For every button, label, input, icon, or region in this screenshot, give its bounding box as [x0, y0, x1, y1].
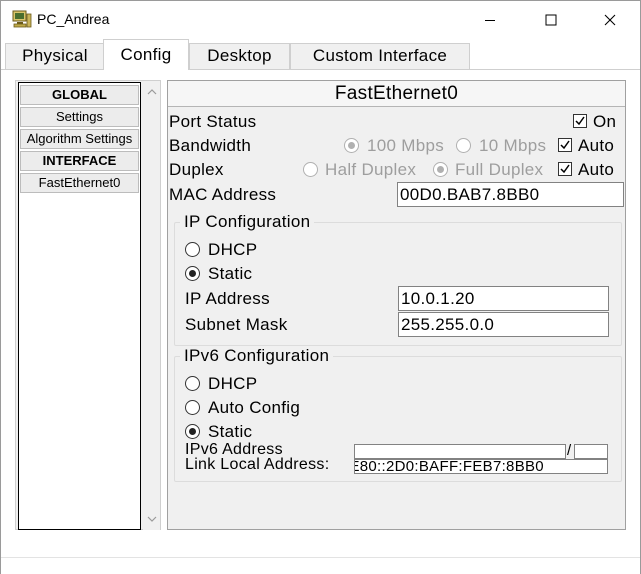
config-window: PC_Andrea Physical Config Desktop Custom…: [0, 0, 641, 574]
pc-icon: [12, 10, 32, 28]
ip-dhcp-radio[interactable]: [185, 242, 200, 257]
checkmark-icon: [575, 116, 585, 126]
minimize-button[interactable]: [467, 1, 513, 39]
ipv6-config-title: IPv6 Configuration: [180, 346, 334, 366]
scroll-up-icon: [147, 89, 157, 95]
duplex-half-label: Half Duplex: [325, 160, 417, 179]
ipv6-static-radio[interactable]: [185, 424, 200, 439]
bandwidth-label: Bandwidth: [169, 136, 252, 155]
config-sidebar: GLOBAL Settings Algorithm Settings INTER…: [15, 80, 161, 530]
bandwidth-100-radio[interactable]: [344, 138, 359, 153]
ip-address-field[interactable]: 10.0.1.20: [398, 286, 609, 311]
ipv6-prefix-field[interactable]: [574, 444, 608, 459]
port-status-on-label: On: [593, 112, 617, 131]
duplex-label: Duplex: [169, 160, 224, 179]
ip-static-label: Static: [208, 264, 253, 283]
tab-config[interactable]: Config: [103, 39, 189, 70]
duplex-auto-label: Auto: [578, 160, 615, 179]
subnet-mask-label: Subnet Mask: [185, 315, 288, 334]
ipv6-auto-config-label: Auto Config: [208, 398, 301, 417]
tab-desktop[interactable]: Desktop: [189, 43, 290, 69]
minimize-icon: [485, 20, 495, 21]
ip-static-radio[interactable]: [185, 266, 200, 281]
ipv6-static-label: Static: [208, 422, 253, 441]
ip-config-title: IP Configuration: [180, 212, 315, 232]
title-bar[interactable]: PC_Andrea: [1, 1, 640, 39]
nav-header-global: GLOBAL: [20, 85, 139, 105]
link-local-address-field[interactable]: FE80::2D0:BAFF:FEB7:8BB0: [354, 459, 608, 474]
close-icon: [604, 14, 616, 26]
maximize-button[interactable]: [528, 1, 574, 39]
tab-bar: Physical Config Desktop Custom Interface: [1, 39, 640, 70]
config-nav-list: GLOBAL Settings Algorithm Settings INTER…: [18, 82, 141, 530]
port-status-label: Port Status: [169, 112, 257, 131]
nav-header-interface: INTERFACE: [20, 151, 139, 171]
nav-item-fastethernet0[interactable]: FastEthernet0: [20, 173, 139, 193]
close-button[interactable]: [587, 1, 633, 39]
tab-physical[interactable]: Physical: [5, 43, 105, 69]
checkmark-icon: [560, 140, 570, 150]
checkmark-icon: [560, 164, 570, 174]
subnet-mask-field[interactable]: 255.255.0.0: [398, 312, 609, 337]
window-title: PC_Andrea: [37, 11, 110, 27]
ipv6-dhcp-label: DHCP: [208, 374, 258, 393]
ipv6-prefix-separator: /: [567, 442, 572, 459]
port-status-checkbox[interactable]: [573, 114, 587, 128]
bandwidth-100-label: 100 Mbps: [367, 136, 445, 155]
interface-panel: FastEthernet0 Port Status On Bandwidth 1…: [167, 80, 626, 530]
window-bottom-divider: [1, 557, 640, 558]
config-content: GLOBAL Settings Algorithm Settings INTER…: [1, 69, 640, 574]
duplex-half-radio[interactable]: [303, 162, 318, 177]
ipv6-auto-config-radio[interactable]: [185, 400, 200, 415]
ipv6-dhcp-radio[interactable]: [185, 376, 200, 391]
nav-item-algorithm-settings[interactable]: Algorithm Settings: [20, 129, 139, 149]
tab-custom-interface[interactable]: Custom Interface: [290, 43, 470, 69]
mac-address-field[interactable]: 00D0.BAB7.8BB0: [397, 182, 624, 207]
mac-address-label: MAC Address: [169, 185, 277, 204]
link-local-label: Link Local Address:: [185, 456, 330, 473]
scroll-down-icon: [147, 516, 157, 522]
bandwidth-auto-label: Auto: [578, 136, 615, 155]
bandwidth-10-radio[interactable]: [456, 138, 471, 153]
ip-address-label: IP Address: [185, 289, 270, 308]
interface-title: FastEthernet0: [168, 81, 625, 107]
duplex-full-label: Full Duplex: [455, 160, 544, 179]
ip-dhcp-label: DHCP: [208, 240, 258, 259]
bandwidth-auto-checkbox[interactable]: [558, 138, 572, 152]
sidebar-scrollbar[interactable]: [143, 82, 160, 530]
duplex-full-radio[interactable]: [433, 162, 448, 177]
duplex-auto-checkbox[interactable]: [558, 162, 572, 176]
bandwidth-10-label: 10 Mbps: [479, 136, 547, 155]
nav-item-settings[interactable]: Settings: [20, 107, 139, 127]
maximize-icon: [545, 14, 557, 26]
ipv6-address-field[interactable]: [354, 444, 566, 459]
